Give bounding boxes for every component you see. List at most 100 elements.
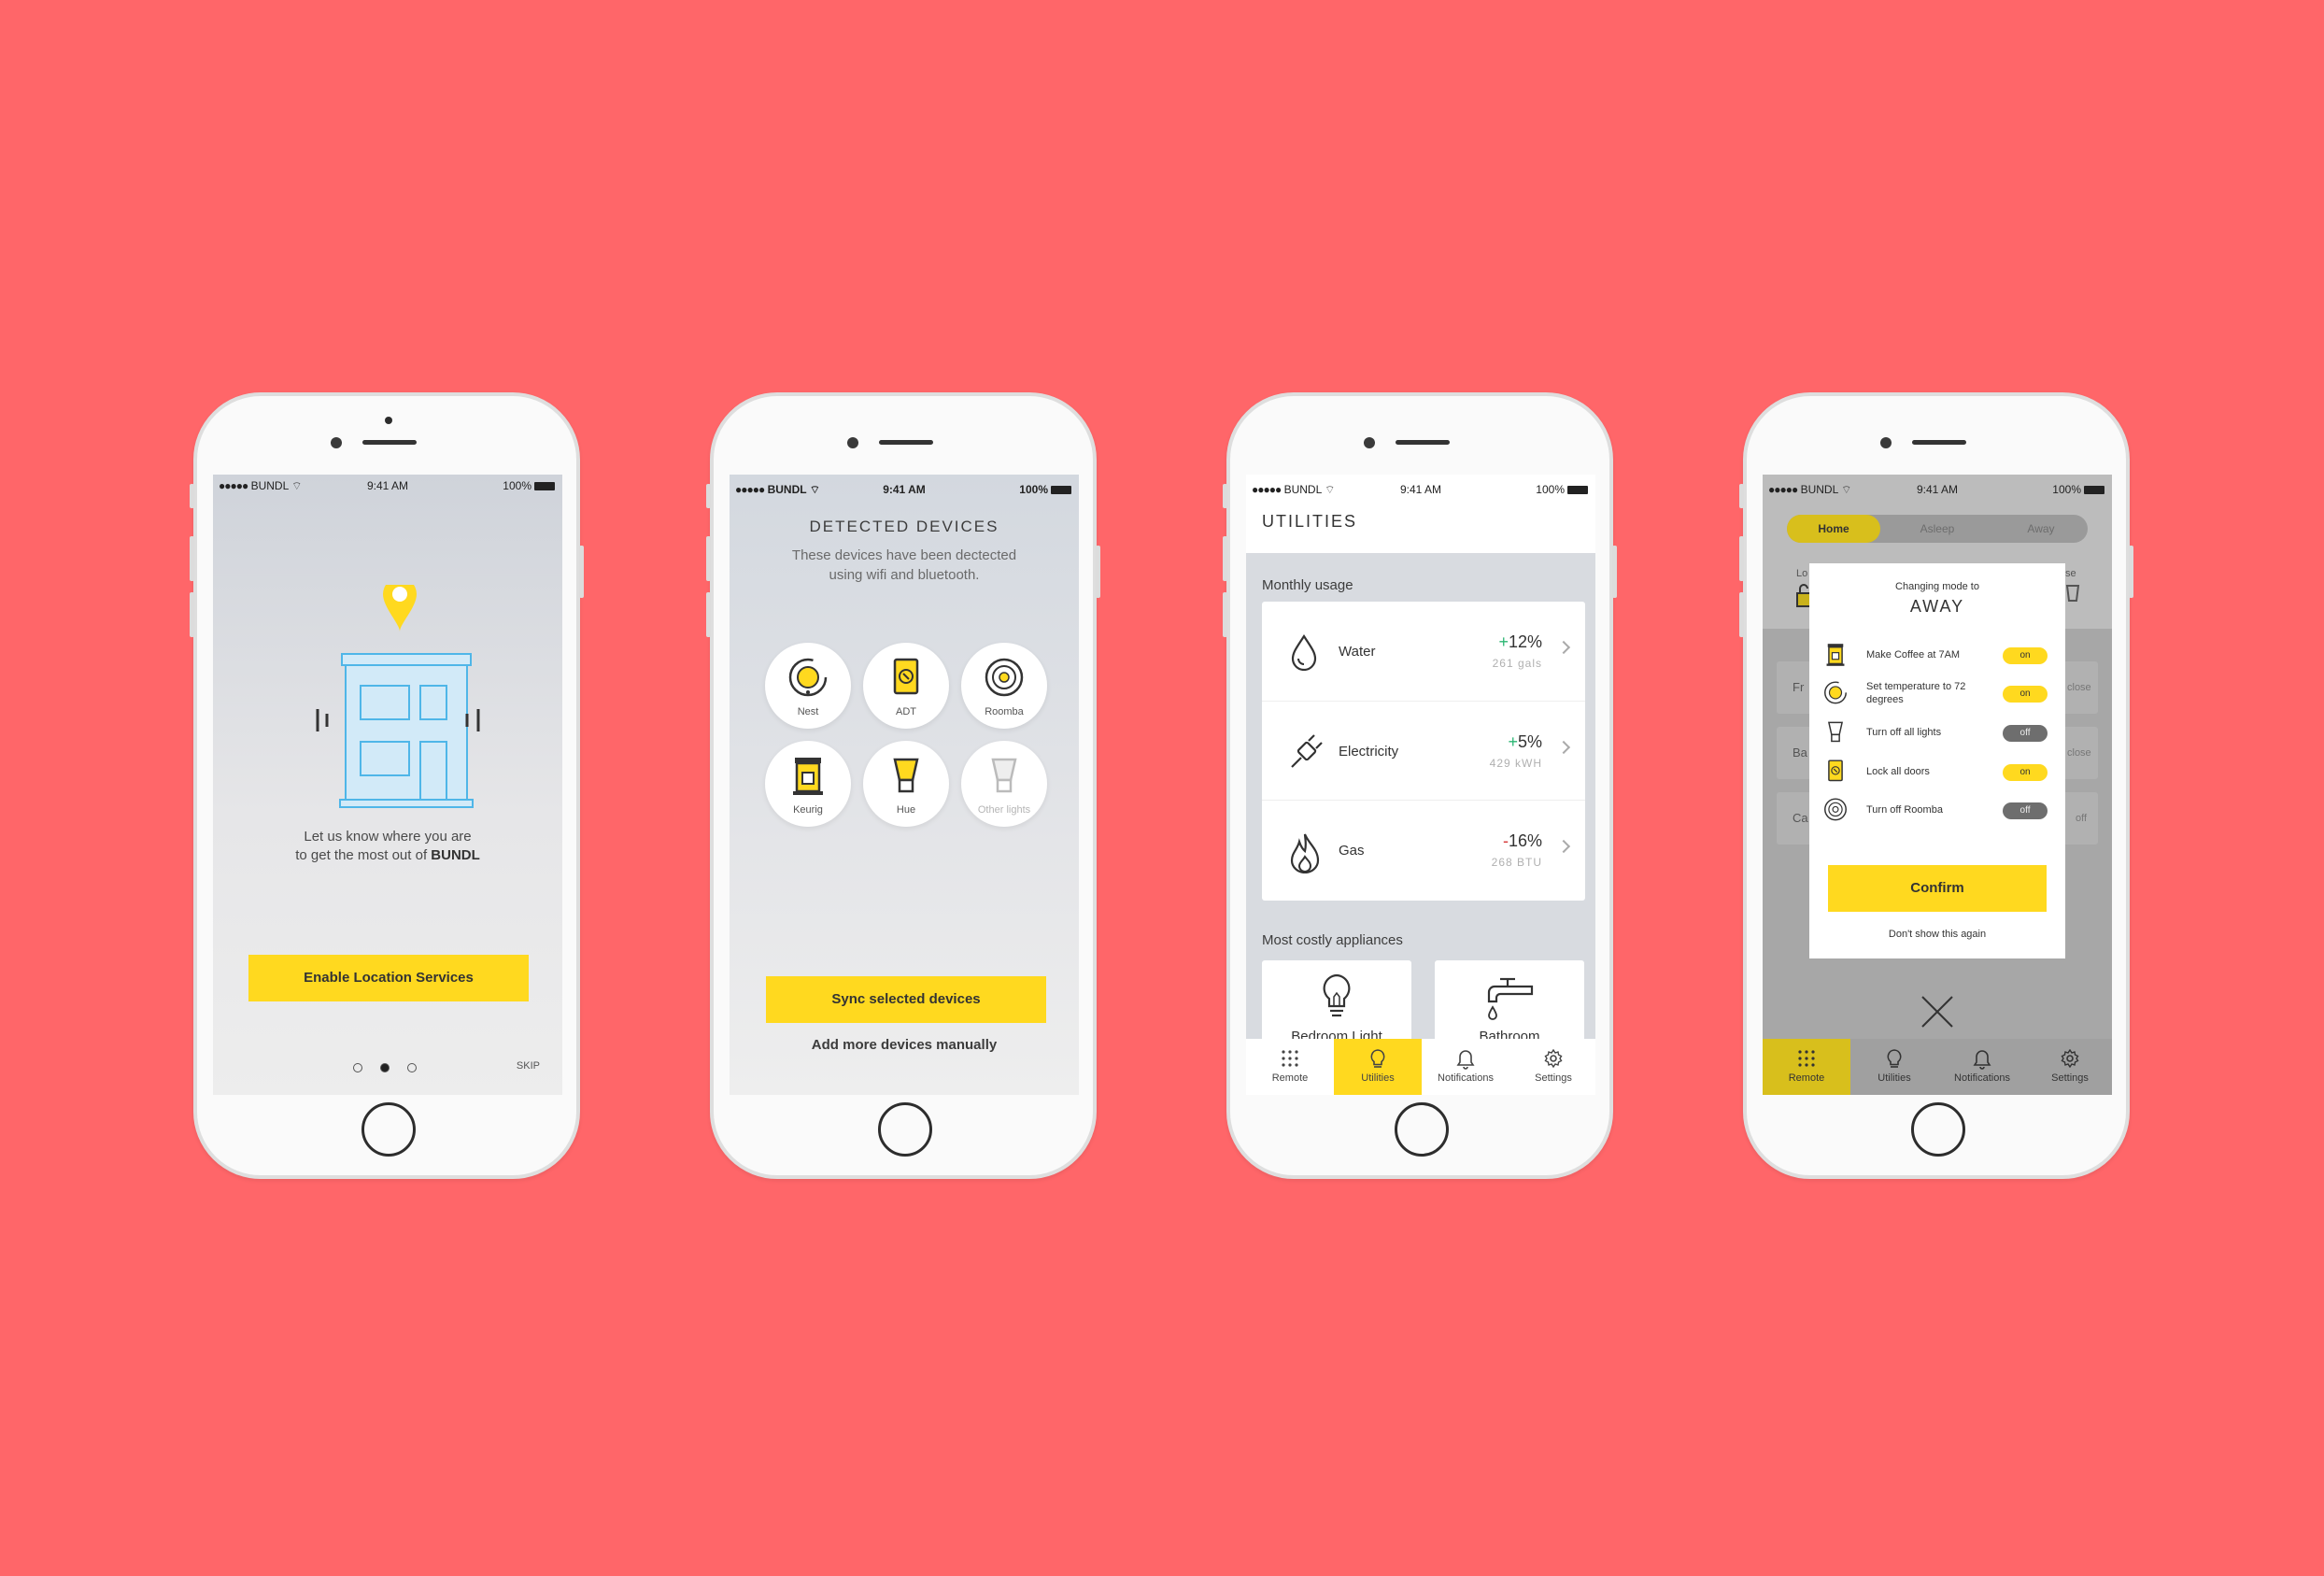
- phone-mode-change: ●●●●● BUNDL ⌔ 9:41 AM 100% Home Asleep A…: [1739, 392, 2133, 1179]
- sync-devices-button[interactable]: Sync selected devices: [766, 976, 1046, 1023]
- tab-bar: Remote Utilities Notifications Settings: [1763, 1039, 2112, 1095]
- tab-notifications[interactable]: Notifications: [1938, 1039, 2026, 1095]
- bulb-icon: [1887, 1049, 1902, 1068]
- hue-bulb-icon: [893, 758, 919, 793]
- page-indicator[interactable]: [353, 1060, 434, 1077]
- close-icon[interactable]: [1919, 993, 1956, 1030]
- tab-utilities[interactable]: Utilities: [1850, 1039, 1938, 1095]
- home-button[interactable]: [1911, 1102, 1965, 1157]
- screen-remote-modal: ●●●●● BUNDL ⌔ 9:41 AM 100% Home Asleep A…: [1763, 475, 2112, 1095]
- costly-appliances-heading: Most costly appliances: [1262, 932, 1403, 948]
- skip-link[interactable]: SKIP: [517, 1060, 540, 1072]
- home-button[interactable]: [361, 1102, 416, 1157]
- battery-icon: [2084, 486, 2104, 494]
- toggle-temperature[interactable]: on: [2003, 686, 2048, 703]
- phone-onboarding: ●●●●● BUNDL ⌔ 9:41 AM 100% Let us know w…: [190, 392, 584, 1179]
- remote-grid-icon: [1282, 1050, 1298, 1067]
- tab-settings[interactable]: Settings: [1509, 1039, 1595, 1095]
- page-subtitle: These devices have been dectected using …: [791, 547, 1017, 583]
- header: ●●●●● BUNDL ⌔ 9:41 AM 100% UTILITIES: [1246, 475, 1595, 553]
- mode-home[interactable]: Home: [1787, 515, 1880, 543]
- remote-grid-icon: [1798, 1050, 1815, 1067]
- action-row-coffee: Make Coffee at 7AM on: [1823, 639, 2048, 671]
- page-dot-1[interactable]: [353, 1063, 362, 1072]
- toggle-lights[interactable]: off: [2003, 725, 2048, 742]
- page-title: UTILITIES: [1262, 512, 1358, 531]
- tab-remote[interactable]: Remote: [1246, 1039, 1334, 1095]
- light-bulb-icon: [991, 758, 1017, 793]
- tab-settings[interactable]: Settings: [2026, 1039, 2112, 1095]
- monthly-usage-card: Water +12% 261 gals Electricity +5% 429 …: [1262, 602, 1585, 901]
- mode-away[interactable]: Away: [1994, 515, 2088, 543]
- keurig-icon: [793, 758, 823, 795]
- action-row-doors: Lock all doors on: [1823, 756, 2048, 788]
- bell-icon: [1973, 1050, 1991, 1070]
- light-bulb-icon: [1323, 973, 1351, 1017]
- screen-detected-devices: ●●●●● BUNDL ⌔ 9:41 AM 100% DETECTED DEVI…: [730, 475, 1079, 1095]
- chevron-right-icon: [1556, 640, 1571, 655]
- adt-icon: [1828, 760, 1843, 782]
- front-camera: [331, 437, 342, 448]
- home-button[interactable]: [878, 1102, 932, 1157]
- add-devices-manually-link[interactable]: Add more devices manually: [730, 1037, 1079, 1053]
- dont-show-again-link[interactable]: Don't show this again: [1809, 929, 2065, 940]
- gear-icon: [1544, 1049, 1563, 1068]
- tab-notifications[interactable]: Notifications: [1422, 1039, 1509, 1095]
- tab-remote[interactable]: Remote: [1763, 1039, 1850, 1095]
- adt-icon: [893, 658, 919, 695]
- mode-asleep[interactable]: Asleep: [1891, 515, 1984, 543]
- bell-icon: [1456, 1050, 1475, 1070]
- screen-location: ●●●●● BUNDL ⌔ 9:41 AM 100% Let us know w…: [213, 475, 562, 1095]
- front-camera: [847, 437, 858, 448]
- earpiece: [1912, 440, 1966, 445]
- action-row-lights: Turn off all lights off: [1823, 717, 2048, 748]
- page-dot-2[interactable]: [380, 1063, 390, 1072]
- tab-utilities[interactable]: Utilities: [1334, 1039, 1422, 1095]
- confirm-button[interactable]: Confirm: [1828, 865, 2047, 912]
- battery-icon: [1567, 486, 1588, 494]
- bulb-icon: [1370, 1049, 1385, 1068]
- status-bar: ●●●●● BUNDL ⌔ 9:41 AM 100%: [213, 475, 562, 495]
- utility-row-electricity[interactable]: Electricity +5% 429 kWH: [1262, 701, 1585, 800]
- phone-utilities: ●●●●● BUNDL ⌔ 9:41 AM 100% UTILITIES Mon…: [1223, 392, 1617, 1179]
- earpiece: [879, 440, 933, 445]
- utility-row-gas[interactable]: Gas -16% 268 BTU: [1262, 800, 1585, 899]
- status-bar: ●●●●● BUNDL ⌔ 9:41 AM 100%: [1763, 478, 2112, 499]
- modal-title: AWAY: [1909, 597, 1965, 616]
- screen-utilities: ●●●●● BUNDL ⌔ 9:41 AM 100% UTILITIES Mon…: [1246, 475, 1595, 1095]
- sensor: [385, 417, 392, 424]
- phone-devices: ●●●●● BUNDL ⌔ 9:41 AM 100% DETECTED DEVI…: [706, 392, 1100, 1179]
- hue-bulb-icon: [1827, 721, 1844, 743]
- modal-subtitle: Changing mode to: [1895, 581, 1979, 592]
- toggle-roomba[interactable]: off: [2003, 802, 2048, 819]
- toggle-doors[interactable]: on: [2003, 764, 2048, 781]
- toggle-coffee[interactable]: on: [2003, 647, 2048, 664]
- gear-icon: [2061, 1049, 2079, 1068]
- flame-icon: [1290, 833, 1320, 873]
- utility-row-water[interactable]: Water +12% 261 gals: [1262, 602, 1585, 701]
- home-button[interactable]: [1395, 1102, 1449, 1157]
- mode-change-modal: Changing mode to AWAY Make Coffee at 7AM…: [1809, 563, 2065, 958]
- device-adt[interactable]: ADT: [863, 643, 949, 729]
- brand-name: BUNDL: [431, 847, 480, 863]
- device-roomba[interactable]: Roomba: [961, 643, 1047, 729]
- page-dot-3[interactable]: [407, 1063, 417, 1072]
- mode-switcher[interactable]: Home Asleep Away: [1787, 515, 2088, 543]
- nest-icon: [788, 658, 828, 697]
- device-hue[interactable]: Hue: [863, 741, 949, 827]
- device-nest[interactable]: Nest: [765, 643, 851, 729]
- roomba-icon: [1824, 798, 1847, 821]
- device-other-lights[interactable]: Other lights: [961, 741, 1047, 827]
- device-keurig[interactable]: Keurig: [765, 741, 851, 827]
- monthly-usage-heading: Monthly usage: [1262, 577, 1353, 593]
- battery-percent: 100%: [503, 479, 531, 492]
- chevron-right-icon: [1556, 839, 1571, 854]
- enable-location-button[interactable]: Enable Location Services: [248, 955, 529, 1001]
- front-camera: [1364, 437, 1375, 448]
- chevron-right-icon: [1556, 740, 1571, 755]
- plug-icon: [1291, 734, 1323, 768]
- battery-icon: [1051, 486, 1071, 494]
- status-bar: ●●●●● BUNDL ⌔ 9:41 AM 100%: [1246, 478, 1595, 499]
- status-bar: ●●●●● BUNDL ⌔ 9:41 AM 100%: [730, 478, 1079, 499]
- earpiece: [362, 440, 417, 445]
